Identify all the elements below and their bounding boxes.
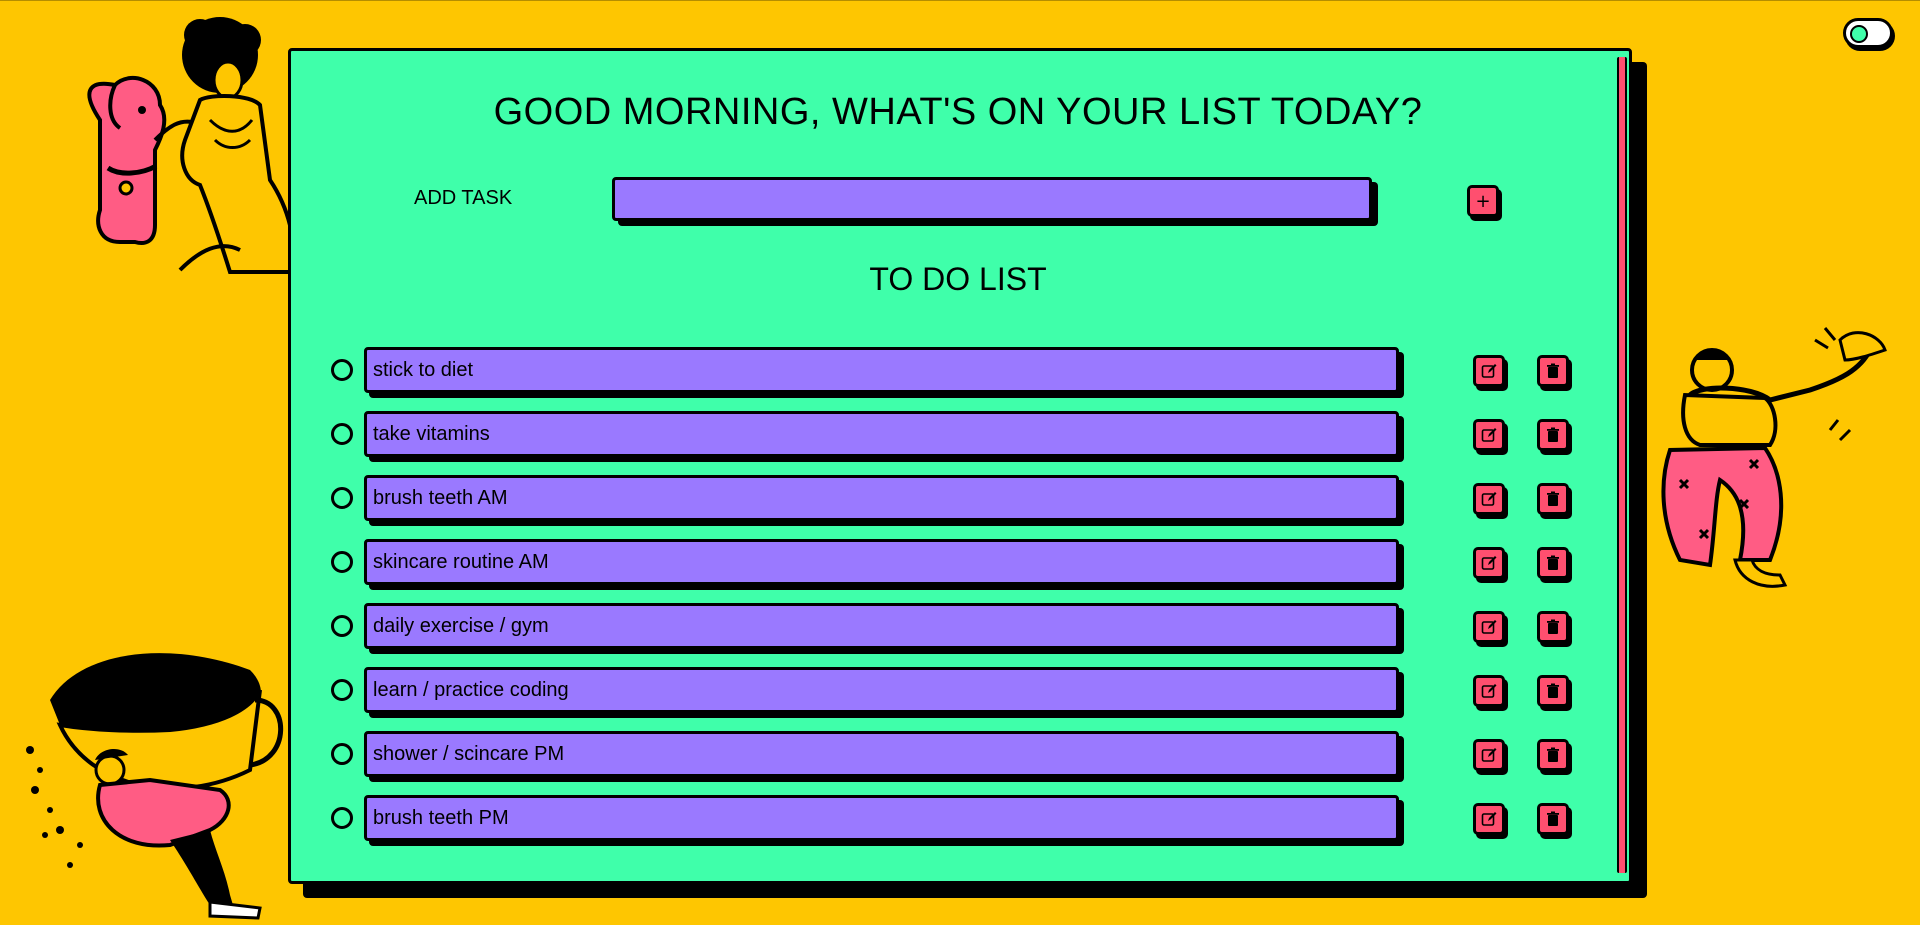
task-checkbox[interactable] [331,615,353,637]
edit-icon [1481,556,1497,570]
edit-task-button[interactable] [1473,355,1505,387]
edit-icon [1481,492,1497,506]
delete-task-button[interactable] [1537,803,1569,835]
trash-icon [1547,363,1559,378]
task-row: learn / practice coding [291,667,1621,717]
task-row: take vitamins [291,411,1621,461]
task-row: shower / scincare PM [291,731,1621,781]
edit-task-button[interactable] [1473,675,1505,707]
trash-icon [1547,491,1559,506]
trash-icon [1547,555,1559,570]
task-checkbox[interactable] [331,743,353,765]
task-checkbox[interactable] [331,679,353,701]
edit-icon [1481,812,1497,826]
trash-icon [1547,747,1559,762]
delete-task-button[interactable] [1537,675,1569,707]
todo-list-title: TO DO LIST [869,261,1047,297]
add-task-button[interactable]: + [1467,185,1499,217]
task-text[interactable]: shower / scincare PM [364,731,1399,777]
task-checkbox[interactable] [331,423,353,445]
task-row: stick to diet [291,347,1621,397]
edit-icon [1481,748,1497,762]
edit-task-button[interactable] [1473,547,1505,579]
task-text[interactable]: brush teeth PM [364,795,1399,841]
delete-task-button[interactable] [1537,739,1569,771]
edit-icon [1481,620,1497,634]
delete-task-button[interactable] [1537,547,1569,579]
trash-icon [1547,811,1559,826]
task-text[interactable]: daily exercise / gym [364,603,1399,649]
delete-task-button[interactable] [1537,355,1569,387]
edit-icon [1481,684,1497,698]
task-text[interactable]: brush teeth AM [364,475,1399,521]
task-row: skincare routine AM [291,539,1621,589]
task-checkbox[interactable] [331,359,353,381]
coffee-cup-illustration [26,653,284,920]
trash-icon [1547,683,1559,698]
trash-icon [1547,619,1559,634]
edit-icon [1481,364,1497,378]
delete-task-button[interactable] [1537,611,1569,643]
plus-icon: + [1475,190,1491,212]
delete-task-button[interactable] [1537,483,1569,515]
delete-task-button[interactable] [1537,419,1569,451]
task-text[interactable]: skincare routine AM [364,539,1399,585]
edit-task-button[interactable] [1473,739,1505,771]
toggle-knob [1850,25,1868,43]
task-checkbox[interactable] [331,551,353,573]
page-title: GOOD MORNING, WHAT'S ON YOUR LIST TODAY? [493,91,1423,133]
woman-with-dog-illustration [87,17,298,274]
top-border [0,0,1920,1]
add-task-input[interactable] [612,177,1372,221]
task-row: daily exercise / gym [291,603,1621,653]
task-row: brush teeth AM [291,475,1621,525]
edit-task-button[interactable] [1473,419,1505,451]
theme-toggle[interactable] [1843,18,1893,48]
dancing-person-illustration [1661,327,1887,588]
add-task-label: ADD TASK [414,187,513,209]
edit-icon [1481,428,1497,442]
trash-icon [1547,427,1559,442]
task-checkbox[interactable] [331,807,353,829]
task-row: brush teeth PM [291,795,1621,845]
todo-card: GOOD MORNING, WHAT'S ON YOUR LIST TODAY?… [288,48,1632,884]
task-checkbox[interactable] [331,487,353,509]
task-text[interactable]: learn / practice coding [364,667,1399,713]
edit-task-button[interactable] [1473,611,1505,643]
edit-task-button[interactable] [1473,483,1505,515]
task-text[interactable]: stick to diet [364,347,1399,393]
edit-task-button[interactable] [1473,803,1505,835]
task-text[interactable]: take vitamins [364,411,1399,457]
